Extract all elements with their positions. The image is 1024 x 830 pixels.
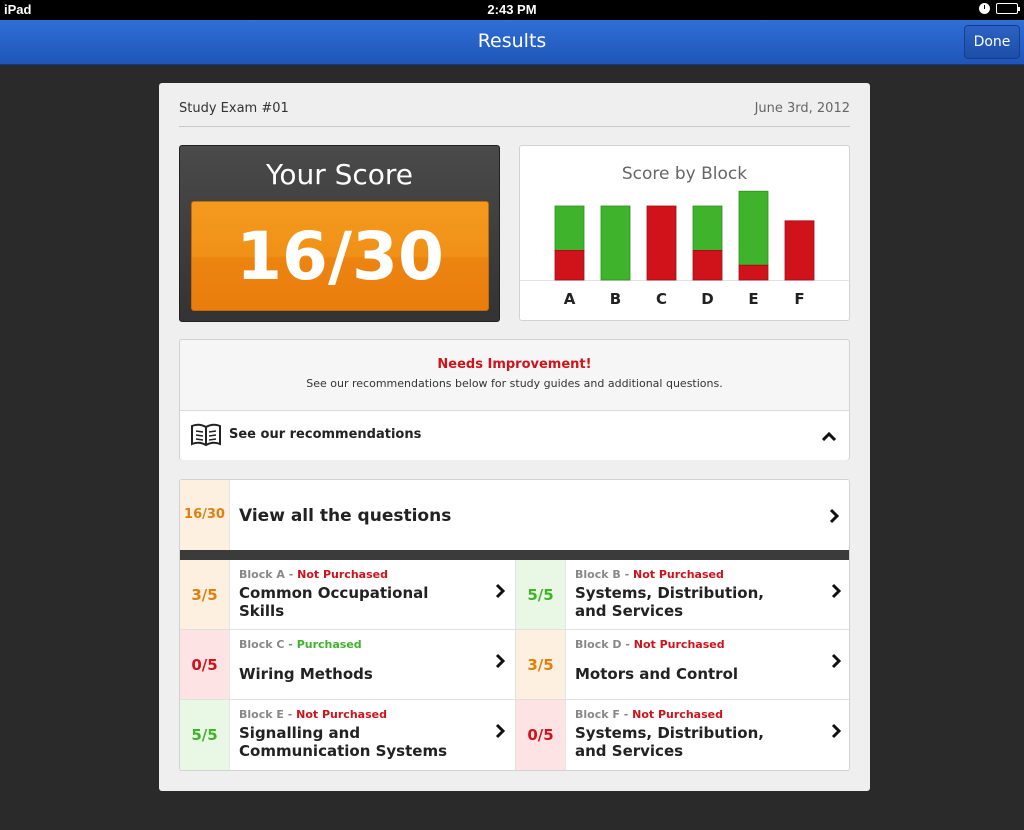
alarm-clock-icon: [979, 3, 990, 14]
navigation-bar: Results Done: [0, 20, 1024, 65]
bar-a-correct: [554, 205, 585, 251]
block-id: Block D: [575, 638, 622, 651]
column-divider: [515, 560, 516, 770]
chevron-right-icon: [831, 723, 841, 739]
block-separator: -: [284, 568, 298, 581]
recommendations-toggle[interactable]: See our recommendations: [180, 410, 849, 460]
block-separator: -: [284, 638, 297, 651]
purchase-status: Purchased: [296, 638, 362, 651]
block-id: Block C: [239, 638, 285, 651]
block-score: 3/5: [180, 560, 230, 629]
x-tick-label: E: [748, 290, 758, 308]
view-all-questions-row[interactable]: 16/30 View all the questions: [180, 480, 849, 550]
block-row[interactable]: 5/5 Block B - Not Purchased Systems, Dis…: [516, 560, 849, 630]
block-id: Block E: [239, 708, 284, 721]
block-id: Block B: [575, 568, 621, 581]
block-name: Systems, Distribution, and Services: [575, 584, 764, 620]
x-tick-label: F: [794, 290, 804, 308]
bar-b-correct: [600, 205, 631, 281]
battery-icon: [996, 3, 1020, 14]
block-name: Systems, Distribution, and Services: [575, 724, 764, 760]
purchase-status: Not Purchased: [632, 708, 723, 721]
block-row[interactable]: 0/5 Block C - Purchased Wiring Methods: [180, 630, 515, 700]
improvement-title: Needs Improvement!: [437, 357, 592, 372]
chart-canvas: A B C D E F: [520, 190, 851, 308]
block-name: Common Occupational Skills: [239, 584, 429, 620]
block-row[interactable]: 3/5 Block D - Not Purchased Motors and C…: [516, 630, 849, 700]
x-tick-label: A: [564, 290, 576, 308]
chevron-right-icon: [831, 583, 841, 599]
chevron-right-icon: [495, 723, 505, 739]
recommendations-label: See our recommendations: [229, 427, 422, 442]
x-tick-label: D: [701, 290, 713, 308]
block-row[interactable]: 0/5 Block F - Not Purchased Systems, Dis…: [516, 700, 849, 770]
purchase-status: Not Purchased: [297, 568, 388, 581]
block-meta: Block F - Not Purchased: [575, 708, 723, 721]
block-id: Block F: [575, 708, 620, 721]
block-score: 3/5: [516, 630, 566, 699]
block-score: 0/5: [180, 630, 230, 699]
score-panel: Your Score 16/30: [179, 145, 500, 322]
block-name: Signalling and Communication Systems: [239, 724, 448, 760]
status-time: 2:43 PM: [487, 2, 537, 17]
block-row[interactable]: 3/5 Block A - Not Purchased Common Occup…: [180, 560, 515, 630]
purchase-status: Not Purchased: [633, 568, 724, 581]
bar-d-incorrect: [692, 250, 723, 281]
bar-c-incorrect: [646, 205, 677, 281]
chevron-right-icon: [831, 653, 841, 669]
done-button[interactable]: Done: [964, 25, 1020, 59]
block-meta: Block E - Not Purchased: [239, 708, 387, 721]
bar-d-correct: [692, 205, 723, 251]
view-all-questions-label: View all the questions: [239, 506, 452, 526]
block-separator: -: [620, 568, 633, 581]
score-title: Your Score: [265, 158, 414, 191]
results-card: Study Exam #01 June 3rd, 2012 Your Score…: [159, 83, 870, 791]
block-score: 0/5: [516, 700, 566, 770]
block-separator: -: [621, 638, 634, 651]
x-tick-label: C: [656, 290, 667, 308]
exam-date: June 3rd, 2012: [754, 101, 850, 116]
block-separator: -: [619, 708, 633, 721]
improvement-subtitle: See our recommendations below for study …: [306, 377, 723, 390]
block-meta: Block A - Not Purchased: [239, 568, 388, 581]
block-meta: Block C - Purchased: [239, 638, 362, 651]
improvement-panel: Needs Improvement! See our recommendatio…: [179, 339, 850, 460]
score-box: 16/30: [191, 201, 489, 311]
section-divider: [180, 550, 849, 560]
block-name: Wiring Methods: [239, 665, 373, 683]
bar-f-incorrect: [784, 220, 815, 281]
block-meta: Block D - Not Purchased: [575, 638, 725, 651]
block-score: 5/5: [180, 700, 230, 770]
questions-list: 16/30 View all the questions 3/5 Block A…: [179, 479, 850, 771]
score-by-block-chart: Score by Block ABCDEF: [519, 145, 851, 321]
purchase-status: Not Purchased: [296, 708, 387, 721]
purchase-status: Not Purchased: [633, 638, 725, 651]
chevron-up-icon[interactable]: [821, 431, 837, 441]
block-meta: Block B - Not Purchased: [575, 568, 724, 581]
total-score-badge: 16/30: [180, 480, 230, 550]
block-separator: -: [283, 708, 297, 721]
x-tick-label: B: [610, 290, 621, 308]
block-name: Motors and Control: [575, 665, 739, 683]
score-value: 16/30: [236, 218, 444, 295]
block-row[interactable]: 5/5 Block E - Not Purchased Signalling a…: [180, 700, 515, 770]
bar-a-incorrect: [554, 250, 585, 281]
chevron-right-icon: [495, 583, 505, 599]
block-score: 5/5: [516, 560, 566, 629]
exam-header: Study Exam #01 June 3rd, 2012: [179, 99, 850, 127]
bar-e-incorrect: [738, 264, 769, 281]
exam-name: Study Exam #01: [179, 101, 289, 116]
page-title: Results: [477, 30, 547, 52]
chevron-right-icon: [829, 508, 839, 524]
bar-e-correct: [738, 190, 769, 266]
chevron-right-icon: [495, 653, 505, 669]
open-book-icon: [191, 423, 221, 447]
block-id: Block A: [239, 568, 285, 581]
status-bar: iPad 2:43 PM: [0, 0, 1024, 20]
